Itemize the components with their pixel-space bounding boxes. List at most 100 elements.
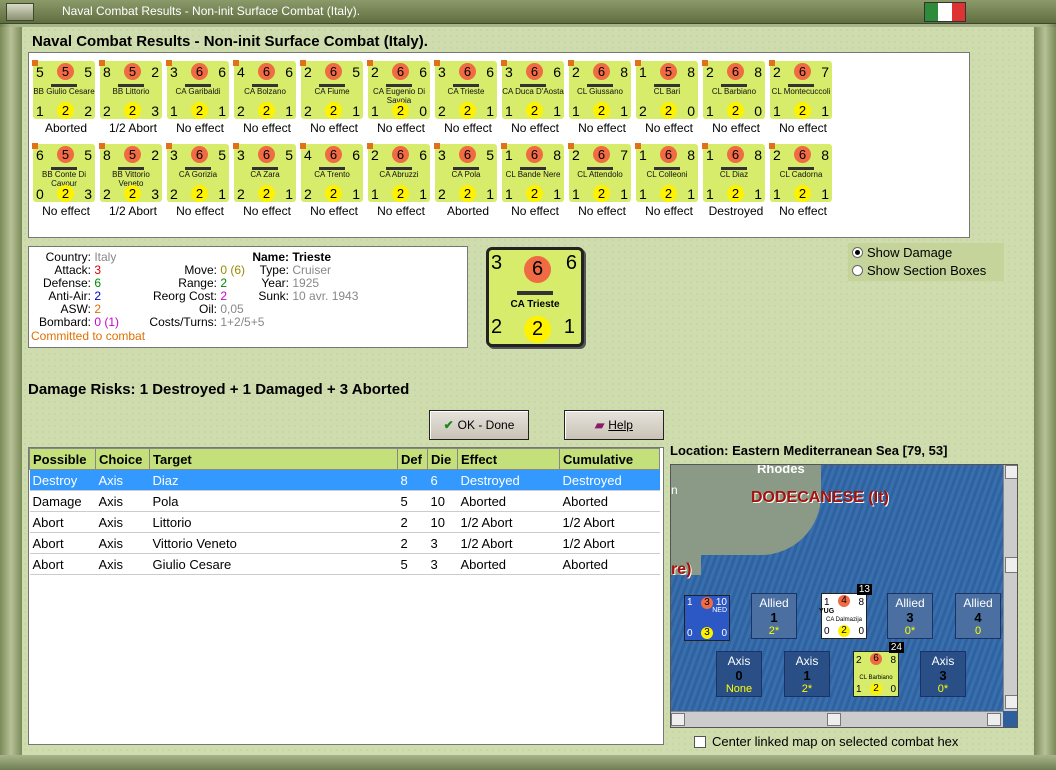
table-cell: Axis <box>95 532 150 554</box>
center-map-checkbox[interactable]: Center linked map on selected combat hex <box>694 734 958 749</box>
scroll-up-arrow-icon[interactable] <box>1005 465 1017 479</box>
counter-bl: 1 <box>505 103 513 119</box>
counter-result: No effect <box>444 121 492 135</box>
counter-name: CA Garibaldi <box>175 87 221 96</box>
table-row[interactable]: Damage Axis Pola 5 10 Aborted Aborted <box>29 490 660 512</box>
ok-done-button[interactable]: ✔ OK - Done <box>429 410 529 440</box>
counter-bl: 1 <box>773 186 781 202</box>
column-header[interactable]: Cumulative <box>559 448 660 470</box>
column-header[interactable]: Possible <box>29 448 96 470</box>
counter-defense: 6 <box>392 146 409 163</box>
name-label: Name: <box>252 250 289 264</box>
column-header[interactable]: Target <box>149 448 398 470</box>
column-header[interactable]: Die <box>427 448 458 470</box>
axis-status: 0* <box>937 683 949 695</box>
counter-result: 1/2 Abort <box>108 204 158 218</box>
stack-count: 13 <box>856 584 872 595</box>
show-section-radio[interactable]: Show Section Boxes <box>852 263 986 279</box>
attack-label: Attack: <box>54 263 91 277</box>
column-header[interactable]: Def <box>397 448 428 470</box>
map-unit-barbiano[interactable]: 24 2 6 8 CL Barbiano 1 2 0 <box>853 642 904 697</box>
display-options: Show Damage Show Section Boxes <box>848 243 1004 281</box>
location-label: Location: Eastern Mediterranean Sea [79,… <box>670 443 948 458</box>
allied-box-1[interactable]: Allied 1 2* <box>751 593 797 639</box>
mc-name: CL Barbiano <box>859 675 893 681</box>
unit-counter[interactable]: 2 6 5 CA Fiume 2 2 1 No effect <box>299 60 363 135</box>
column-header[interactable]: Effect <box>457 448 560 470</box>
axis-label: Axis <box>795 654 819 668</box>
costs-value: 1+2/5+5 <box>220 315 265 329</box>
counter-br: 1 <box>821 103 829 119</box>
allied-box-2[interactable]: Allied 3 0* <box>887 593 933 639</box>
title-bar: Naval Combat Results - Non-init Surface … <box>0 0 1056 24</box>
asw-label: ASW: <box>60 302 91 316</box>
counter-chit: 2 6 8 CL Barbiano 1 2 0 <box>702 60 765 119</box>
unit-counter[interactable]: 2 6 6 CA Abruzzi 1 2 1 No effect <box>366 143 430 218</box>
mini-map[interactable]: Rhodes n DODECANESE (It) re) Allied 1 2* A… <box>670 464 1018 728</box>
counter-name: CA Pola <box>451 170 481 179</box>
big-counter-move: 6 <box>565 252 577 274</box>
map-unit-dalmazija[interactable]: 13 1 4 8 YUG CA Dalmazija 0 2 0 <box>819 584 872 639</box>
unit-counter[interactable]: 2 6 8 CL Giussano 1 2 1 No effect <box>567 60 631 135</box>
allied-box-3[interactable]: Allied 4 0 <box>955 593 1001 639</box>
unit-counter[interactable]: 3 6 6 CA Duca D'Aosta 1 2 1 No effect <box>500 60 564 135</box>
scroll-thumb[interactable] <box>1005 557 1017 573</box>
unit-counter[interactable]: 3 6 5 CA Pola 2 2 1 Aborted <box>433 143 497 218</box>
map-vertical-scrollbar[interactable] <box>1003 465 1017 711</box>
scroll-right-arrow-icon[interactable] <box>987 713 1001 726</box>
status-text: Committed to combat <box>31 329 146 343</box>
unit-counter[interactable]: 2 6 6 CA Eugenio Di Savoia 1 2 0 No effect <box>366 60 430 135</box>
scroll-thumb[interactable] <box>827 713 841 726</box>
unit-counter[interactable]: 8 5 2 BB Vittorio Veneto 2 2 3 1/2 Abort <box>98 143 162 218</box>
axis-box-1[interactable]: Axis 0 None <box>716 651 762 697</box>
range-label: Range: <box>178 276 217 290</box>
unit-counter[interactable]: 8 5 2 BB Littorio 2 2 3 1/2 Abort <box>98 60 162 135</box>
unit-counter[interactable]: 2 6 7 CL Montecuccoli 1 2 1 No effect <box>768 60 832 135</box>
unit-counter[interactable]: 1 6 8 CL Bande Nere 1 2 1 No effect <box>500 143 564 218</box>
unit-counter[interactable]: 1 6 8 CL Colleoni 1 2 1 No effect <box>634 143 698 218</box>
counter-attack: 8 <box>103 147 111 163</box>
map-horizontal-scrollbar[interactable] <box>671 711 1003 727</box>
checkbox-icon <box>694 736 706 748</box>
unit-counter[interactable]: 1 6 8 CL Diaz 1 2 1 Destroyed <box>701 143 765 218</box>
map-unit-ned[interactable]: 1 3 10 NED 0 3 0 <box>684 595 730 641</box>
bottom-border <box>0 755 1056 770</box>
counter-move: 5 <box>486 147 494 163</box>
counter-br: 2 <box>84 103 92 119</box>
axis-box-2[interactable]: Axis 1 2* <box>784 651 830 697</box>
unit-counter[interactable]: 2 6 8 CL Barbiano 1 2 0 No effect <box>701 60 765 135</box>
counter-yellow: 2 <box>794 102 811 119</box>
unit-counter[interactable]: 1 5 8 CL Bari 2 2 0 No effect <box>634 60 698 135</box>
mc-bl: 1 <box>856 684 862 695</box>
counter-chit: 3 6 6 CA Duca D'Aosta 1 2 1 <box>501 60 564 119</box>
counter-yellow: 2 <box>124 102 141 119</box>
counter-defense: 6 <box>727 63 744 80</box>
unit-counter[interactable]: 3 6 5 CA Gorizia 2 2 1 No effect <box>165 143 229 218</box>
oil-value: 0,05 <box>220 302 244 316</box>
column-header[interactable]: Choice <box>95 448 150 470</box>
scroll-down-arrow-icon[interactable] <box>1005 695 1017 709</box>
system-menu-button[interactable] <box>6 3 34 21</box>
counter-defense: 6 <box>593 146 610 163</box>
unit-counter[interactable]: 4 6 6 CA Trento 2 2 1 No effect <box>299 143 363 218</box>
table-row[interactable]: Destroy Axis Diaz 8 6 Destroyed Destroyed <box>29 469 660 491</box>
help-button[interactable]: ▰ Help <box>564 410 664 440</box>
asw-value: 2 <box>94 302 102 316</box>
table-row[interactable]: Abort Axis Littorio 2 10 1/2 Abort 1/2 Abort <box>29 511 660 533</box>
combat-results-panel: 5 5 5 BB Giulio Cesare 1 2 2 Aborted 8 5 2 BB Litto… <box>28 52 970 238</box>
table-row[interactable]: Abort Axis Vittorio Veneto 2 3 1/2 Abort 1/2 A… <box>29 532 660 554</box>
scroll-left-arrow-icon[interactable] <box>671 713 685 726</box>
unit-counter[interactable]: 6 5 5 BB Conte Di Cavour 0 2 3 No effect <box>31 143 95 218</box>
sunk-label: Sunk: <box>258 289 289 303</box>
unit-counter[interactable]: 3 6 5 CA Zara 2 2 1 No effect <box>232 143 296 218</box>
unit-counter[interactable]: 2 6 7 CL Attendolo 1 2 1 No effect <box>567 143 631 218</box>
unit-counter[interactable]: 3 6 6 CA Trieste 2 2 1 No effect <box>433 60 497 135</box>
unit-counter[interactable]: 4 6 6 CA Bolzano 2 2 1 No effect <box>232 60 296 135</box>
unit-counter[interactable]: 2 6 8 CL Cadorna 1 2 1 No effect <box>768 143 832 218</box>
axis-box-3[interactable]: Axis 3 0* <box>920 651 966 697</box>
defense-value: 6 <box>94 276 102 290</box>
unit-counter[interactable]: 5 5 5 BB Giulio Cesare 1 2 2 Aborted <box>31 60 95 135</box>
unit-counter[interactable]: 3 6 6 CA Garibaldi 1 2 1 No effect <box>165 60 229 135</box>
table-row[interactable]: Abort Axis Giulio Cesare 5 3 Aborted Aborted <box>29 553 660 575</box>
show-damage-radio[interactable]: Show Damage <box>852 245 952 261</box>
